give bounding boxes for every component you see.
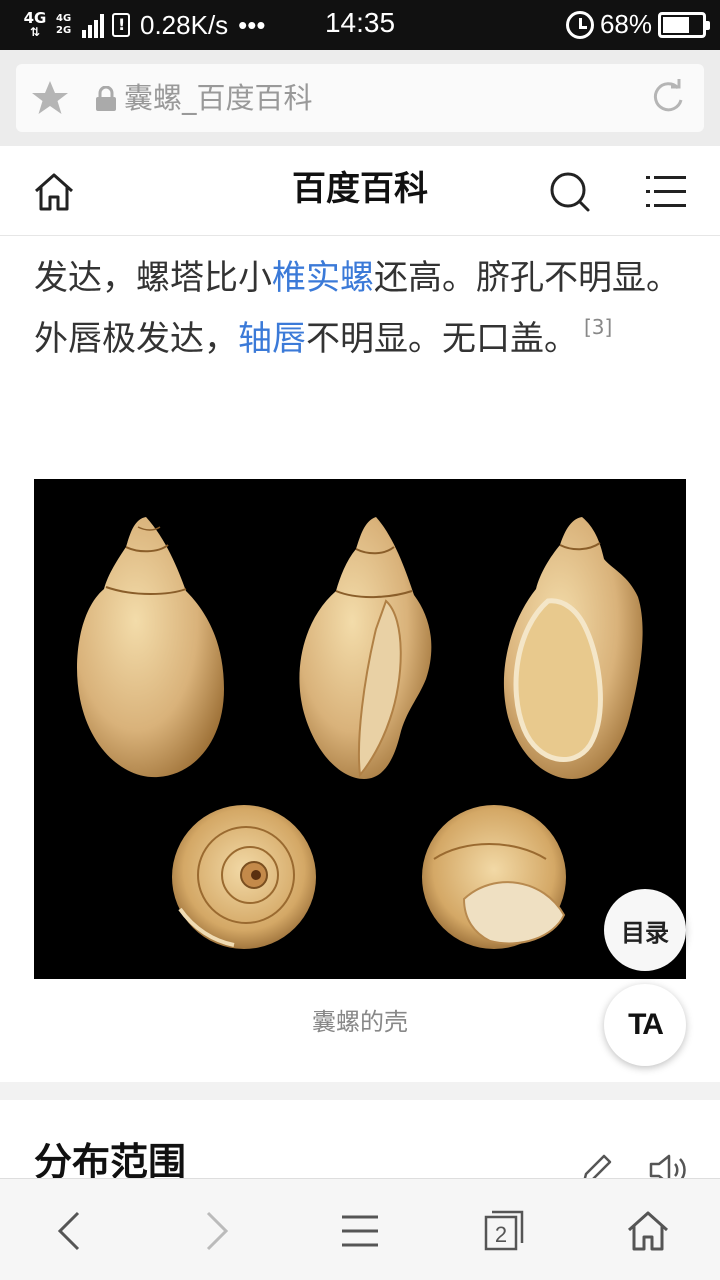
menu-icon[interactable] — [338, 1209, 382, 1253]
address-bar[interactable]: 囊螺_百度百科 — [16, 64, 704, 132]
lock-icon — [96, 86, 116, 111]
status-right: 68% — [565, 9, 710, 40]
battery-fill — [663, 16, 689, 33]
article-text: 发达，螺塔比小 — [34, 258, 272, 298]
article-link[interactable]: 椎实螺 — [272, 258, 374, 298]
tabs-icon[interactable]: 2 — [482, 1209, 526, 1253]
site-brand[interactable]: 百度百科 — [0, 166, 720, 212]
reference-marker[interactable]: [3] — [584, 315, 612, 339]
shell-aperture-view — [503, 517, 643, 779]
shell-dorsal-view — [77, 517, 224, 778]
shell-basal-view — [422, 805, 566, 949]
shell-side-view — [299, 517, 432, 779]
bookmark-star-icon[interactable] — [30, 78, 70, 118]
site-header: 百度百科 — [0, 146, 720, 236]
alarm-icon — [565, 10, 594, 39]
back-icon[interactable] — [48, 1209, 92, 1253]
menu-icon[interactable] — [644, 170, 688, 214]
browser-bottom-nav: 2 — [0, 1178, 720, 1280]
battery-icon — [658, 11, 710, 38]
battery-percent: 68% — [599, 9, 652, 39]
table-of-contents-button[interactable]: 目录 — [604, 889, 686, 971]
section-divider — [0, 1082, 720, 1100]
shell-photo[interactable] — [34, 479, 686, 979]
article-link[interactable]: 轴唇 — [238, 319, 306, 359]
reload-icon[interactable] — [648, 78, 688, 118]
home-icon[interactable] — [626, 1209, 670, 1253]
article-text: 不明显。无口盖。 — [306, 319, 578, 359]
search-icon[interactable] — [548, 170, 592, 214]
article-paragraph: 发达，螺塔比小椎实螺还高。脐孔不明显。外唇极发达，轴唇不明显。无口盖。 [3] — [34, 248, 694, 370]
browser-toolbar: 囊螺_百度百科 — [0, 50, 720, 146]
page-title[interactable]: 囊螺_百度百科 — [124, 78, 313, 118]
text-size-button[interactable]: TA — [604, 984, 686, 1066]
svg-text:2: 2 — [495, 1222, 507, 1247]
forward-icon[interactable] — [194, 1209, 238, 1253]
shell-apical-view — [172, 805, 316, 949]
status-bar: 4G ⇅ 4G 2G 0.28K/s ••• 14:35 68% — [0, 0, 720, 50]
shell-illustration — [77, 517, 643, 949]
